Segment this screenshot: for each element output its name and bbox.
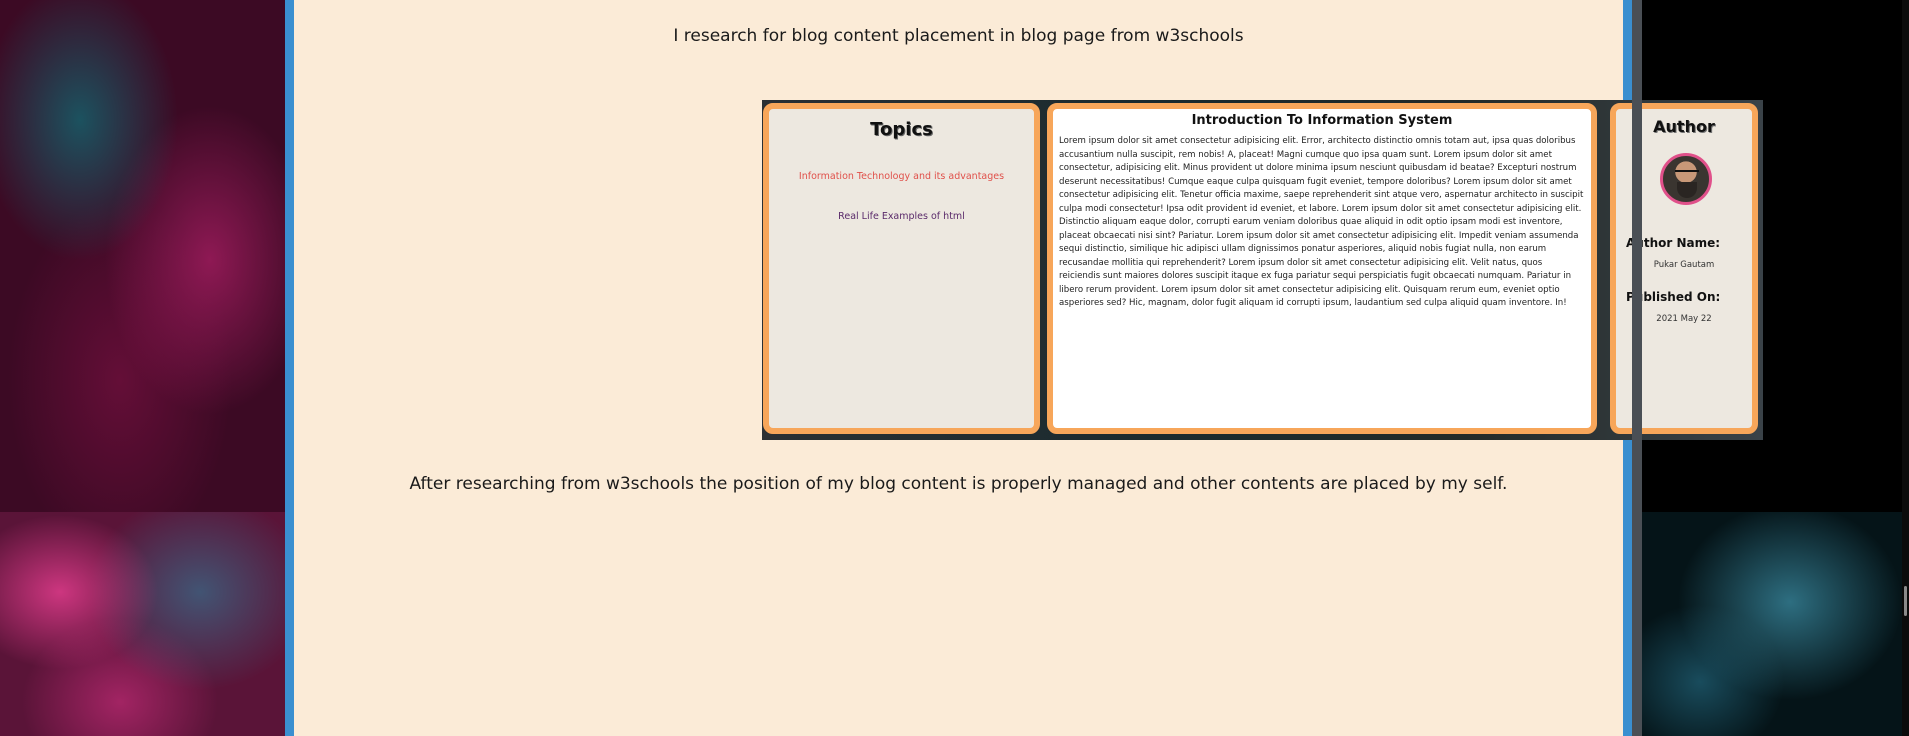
article-column: Introduction To Information System Lorem… (1047, 103, 1597, 434)
article-title: Introduction To Information System (1191, 113, 1453, 128)
background-left-top (0, 0, 285, 512)
panel-right-edge (1632, 0, 1642, 736)
scrollbar-track[interactable] (1902, 0, 1909, 736)
content-panel: I research for blog content placement in… (285, 0, 1763, 736)
background-right-bottom (1640, 512, 1909, 736)
topics-heading: Topics (870, 119, 933, 140)
author-name-label: Author Name: (1626, 236, 1721, 250)
author-avatar (1660, 153, 1712, 205)
beard-shape (1677, 182, 1697, 198)
topic-link-html-examples: Real Life Examples of html (838, 211, 965, 222)
topic-link-it-advantages: Information Technology and its advantage… (798, 171, 1005, 182)
intro-paragraph: I research for blog content placement in… (673, 26, 1244, 46)
scrollbar-thumb[interactable] (1904, 586, 1907, 616)
outro-paragraph: After researching from w3schools the pos… (409, 474, 1508, 494)
background-left-bottom (0, 512, 285, 736)
glasses-icon (1675, 170, 1699, 178)
blog-layout-screenshot: Topics Information Technology and its ad… (762, 100, 1763, 440)
topics-column: Topics Information Technology and its ad… (763, 103, 1040, 434)
published-label: Published On: (1626, 290, 1721, 304)
article-body: Lorem ipsum dolor sit amet consectetur a… (1059, 136, 1584, 308)
